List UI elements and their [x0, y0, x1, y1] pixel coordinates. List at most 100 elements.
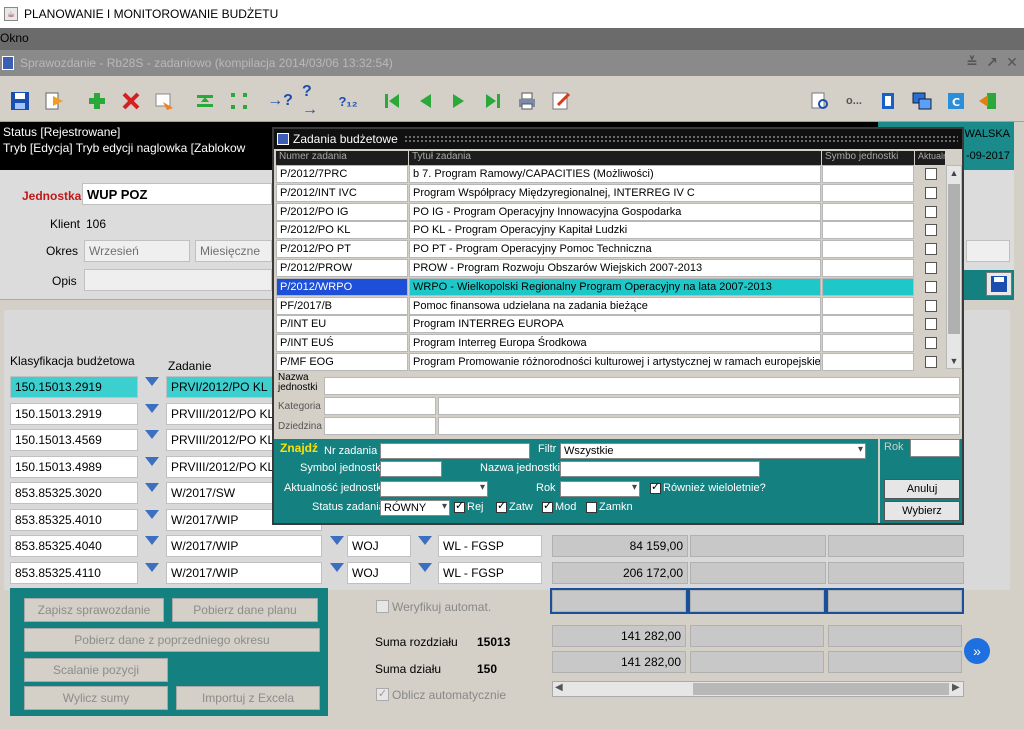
- task-number[interactable]: P/MF EOG: [276, 353, 408, 371]
- preview-icon[interactable]: [808, 89, 832, 113]
- row-klasyfikacja[interactable]: 853.85325.4040: [10, 535, 138, 557]
- first-record-icon[interactable]: [380, 89, 404, 113]
- options-icon[interactable]: o...: [842, 89, 866, 113]
- okres-type-select[interactable]: Miesięczne: [195, 240, 272, 262]
- task-symbol[interactable]: [822, 334, 914, 353]
- query-icon[interactable]: →?: [267, 89, 293, 113]
- task-active-checkbox[interactable]: [925, 280, 937, 293]
- task-number[interactable]: PF/2017/B: [276, 296, 408, 315]
- dialog-title-bar[interactable]: Zadania budżetowe: [274, 129, 962, 149]
- dropdown-arrow-icon[interactable]: [145, 430, 159, 440]
- close-icon[interactable]: ✕: [1004, 54, 1020, 70]
- clear-icon[interactable]: [152, 89, 176, 113]
- scroll-left-icon[interactable]: ◀: [555, 682, 563, 693]
- task-active-checkbox[interactable]: [925, 243, 937, 256]
- dropdown-arrow-icon[interactable]: [418, 563, 432, 573]
- row-zadanie[interactable]: W/2017/WIP: [166, 562, 322, 584]
- zatw-checkbox[interactable]: Zatw: [496, 499, 533, 513]
- row-zadanie[interactable]: W/2017/WIP: [166, 535, 322, 557]
- scroll-up-icon[interactable]: ▲: [949, 168, 959, 178]
- status-zadania-select[interactable]: RÓWNY: [380, 500, 450, 516]
- task-number[interactable]: P/INT EUŚ: [276, 334, 408, 353]
- next-page-icon[interactable]: »: [964, 638, 990, 664]
- task-title[interactable]: PO IG - Program Operacyjny Innowacyjna G…: [409, 202, 821, 221]
- task-number[interactable]: P/2012/INT IVC: [276, 183, 408, 202]
- row-amount[interactable]: 84 159,00: [552, 535, 688, 557]
- next-record-icon[interactable]: [447, 89, 471, 113]
- task-symbol[interactable]: [822, 277, 914, 296]
- previous-record-icon[interactable]: [413, 89, 437, 113]
- zamkn-box[interactable]: [586, 501, 597, 513]
- task-symbol[interactable]: [822, 183, 914, 202]
- dropdown-arrow-icon[interactable]: [145, 563, 159, 573]
- task-active-checkbox[interactable]: [925, 205, 937, 218]
- task-number[interactable]: P/2012/PROW: [276, 259, 408, 277]
- mod-checkbox[interactable]: Mod: [542, 499, 576, 513]
- dropdown-arrow-icon[interactable]: [145, 377, 159, 387]
- task-title[interactable]: Pomoc finansowa udzielana na zadania bie…: [409, 296, 821, 315]
- task-title[interactable]: Program Interreg Europa Środkowa: [409, 334, 821, 353]
- zatw-box[interactable]: [496, 499, 507, 513]
- dropdown-arrow-icon[interactable]: [145, 510, 159, 520]
- zamkn-checkbox[interactable]: Zamkn: [586, 501, 633, 513]
- task-title[interactable]: WRPO - Wielkopolski Regionalny Program O…: [409, 277, 821, 296]
- count-query-icon[interactable]: ?₁₂: [336, 89, 360, 113]
- attachment-icon[interactable]: [876, 89, 900, 113]
- row-klasyfikacja[interactable]: 853.85325.3020: [10, 482, 138, 504]
- task-number[interactable]: P/INT EU: [276, 315, 408, 334]
- collapse-icon[interactable]: [227, 89, 251, 113]
- aktualnosc-select[interactable]: [380, 481, 488, 497]
- row-zrodlo[interactable]: WOJ: [347, 535, 411, 557]
- dropdown-arrow-icon[interactable]: [145, 404, 159, 414]
- task-number[interactable]: P/2012/WRPO: [276, 277, 408, 296]
- task-number[interactable]: P/2012/PO IG: [276, 202, 408, 221]
- nazwa-jednostki-input[interactable]: [560, 461, 760, 477]
- task-active-checkbox[interactable]: [925, 224, 937, 237]
- header-extra-field[interactable]: [966, 240, 1010, 262]
- save-icon[interactable]: [8, 89, 32, 113]
- row-klasyfikacja[interactable]: 150.15013.4569: [10, 429, 138, 451]
- dropdown-arrow-icon[interactable]: [330, 563, 344, 573]
- row-klasyfikacja[interactable]: 853.85325.4110: [10, 562, 138, 584]
- scroll-thumb[interactable]: [693, 683, 949, 695]
- dropdown-arrow-icon[interactable]: [418, 536, 432, 546]
- task-active-checkbox[interactable]: [925, 262, 937, 274]
- wylicz-sumy-button[interactable]: Wylicz sumy: [24, 686, 168, 710]
- floppy-save-icon[interactable]: [986, 272, 1012, 296]
- execute-query-icon[interactable]: ?→: [302, 83, 326, 118]
- rej-box[interactable]: [454, 499, 465, 513]
- row-amount-2[interactable]: [690, 562, 826, 584]
- mod-box[interactable]: [542, 499, 553, 513]
- dropdown-arrow-icon[interactable]: [145, 536, 159, 546]
- task-title[interactable]: Program Promowanie różnorodności kulturo…: [409, 353, 821, 371]
- menu-okno[interactable]: Okno: [0, 31, 29, 45]
- task-active-checkbox[interactable]: [925, 168, 937, 180]
- task-symbol[interactable]: [822, 165, 914, 183]
- wybierz-button[interactable]: Wybierz: [884, 501, 960, 521]
- task-title[interactable]: PO PT - Program Operacyjny Pomoc Technic…: [409, 240, 821, 259]
- edit-icon[interactable]: [549, 89, 573, 113]
- row-amount[interactable]: 206 172,00: [552, 562, 688, 584]
- row-amount-2[interactable]: [690, 535, 826, 557]
- row-zrodlo[interactable]: WOJ: [347, 562, 411, 584]
- task-symbol[interactable]: [822, 240, 914, 259]
- oblicz-checkbox[interactable]: ✓: [376, 688, 389, 701]
- task-title[interactable]: PROW - Program Rozwoju Obszarów Wiejskic…: [409, 259, 821, 277]
- rok-select[interactable]: [560, 481, 640, 497]
- horizontal-scrollbar[interactable]: ◀ ▶: [552, 681, 964, 697]
- task-number[interactable]: P/2012/7PRC: [276, 165, 408, 183]
- row-fundusz[interactable]: WL - FGSP: [438, 535, 542, 557]
- row-klasyfikacja[interactable]: 150.15013.2919: [10, 403, 138, 425]
- task-symbol[interactable]: [822, 315, 914, 334]
- jednostka-field[interactable]: WUP POZ: [82, 183, 272, 205]
- dropdown-arrow-icon[interactable]: [145, 483, 159, 493]
- task-title[interactable]: PO KL - Program Operacyjny Kapitał Ludzk…: [409, 221, 821, 240]
- zapisz-sprawozdanie-button[interactable]: Zapisz sprawozdanie: [24, 598, 164, 622]
- task-symbol[interactable]: [822, 202, 914, 221]
- dropdown-arrow-icon[interactable]: [145, 457, 159, 467]
- minimize-icon[interactable]: ≚: [964, 54, 980, 70]
- pobierz-dane-planu-button[interactable]: Pobierz dane planu: [172, 598, 318, 622]
- filtr-select[interactable]: Wszystkie: [560, 443, 866, 459]
- wieloletnie-box[interactable]: [650, 480, 661, 494]
- scroll-right-icon[interactable]: ▶: [952, 682, 960, 693]
